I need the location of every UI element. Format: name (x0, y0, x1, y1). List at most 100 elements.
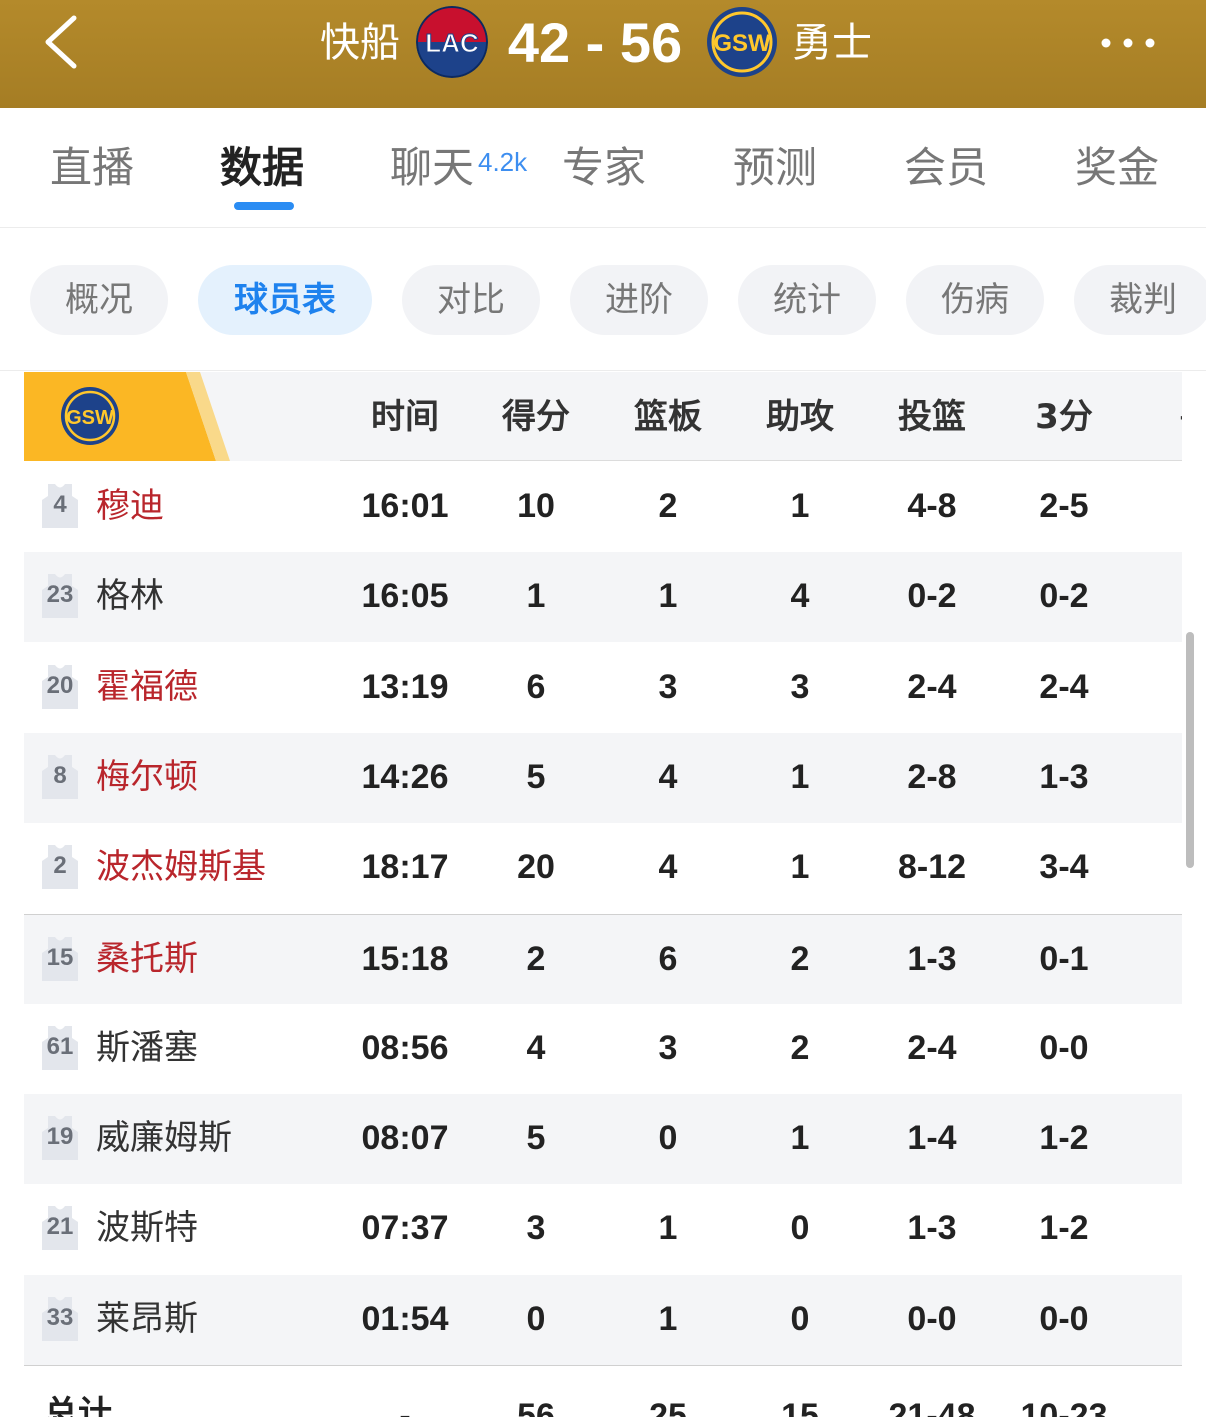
home-logo-text: LAC (425, 28, 479, 58)
stat-minutes: 14:26 (361, 757, 449, 796)
subtab-injuries[interactable]: 伤病 (906, 265, 1044, 335)
table-row[interactable]: 61 斯潘塞 08:56 4 3 2 2-4 0-0 0 (24, 1004, 1182, 1094)
stat-3pt: 1-2 (1039, 1119, 1089, 1158)
table-row[interactable]: 33 莱昂斯 01:54 0 1 0 0-0 0-0 0 (24, 1274, 1182, 1365)
tab-prediction-label: 预测 (733, 143, 818, 192)
stat-fg: 2-8 (907, 757, 957, 796)
tab-membership[interactable]: 会员 (904, 142, 988, 194)
table-row[interactable]: 23 格林 16:05 1 1 4 0-2 0-2 1 (24, 552, 1182, 643)
subtab-referees[interactable]: 裁判 (1074, 265, 1206, 335)
boxscore-table: GSW 时间 得分 篮板 助攻 投篮 3分 罚 4穆迪16:0110214-82… (24, 372, 1182, 1417)
player-name[interactable]: 威廉姆斯 (96, 1114, 232, 1162)
stat-assists: 1 (790, 848, 810, 887)
subtab-stats[interactable]: 统计 (738, 265, 876, 335)
back-arrow-icon[interactable] (40, 12, 84, 72)
home-team-name: 快船 (320, 20, 400, 66)
stat-fg: 4-8 (907, 487, 957, 525)
table-row[interactable]: 4 穆迪 16:01 10 2 1 4-8 2-5 0 (24, 462, 1182, 552)
table-total-row[interactable]: 总计 - 56 25 15 21-48 10-23 4 (24, 1365, 1182, 1417)
jersey-number: 21 (46, 1213, 74, 1241)
stat-rebounds: 1 (658, 1209, 678, 1248)
tab-membership-label: 会员 (904, 143, 989, 192)
stat-points: 2 (526, 939, 546, 978)
tab-chat[interactable]: 聊天 4.2k (390, 142, 527, 194)
away-team-logo[interactable]: GSW (706, 6, 778, 78)
stat-3pt: 0-1 (1039, 939, 1089, 978)
jersey-number: 15 (46, 943, 74, 971)
subtab-overview[interactable]: 概况 (30, 265, 168, 335)
table-row[interactable]: 19 威廉姆斯 08:07 5 0 1 1-4 1-2 2 (24, 1094, 1182, 1185)
player-name[interactable]: 霍福德 (96, 663, 198, 711)
table-row[interactable]: 20 霍福德 13:19 6 3 3 2-4 2-4 0 (24, 643, 1182, 733)
stat-assists: 0 (790, 1209, 810, 1248)
stat-assists: 15 (781, 1397, 819, 1417)
tab-prediction[interactable]: 预测 (733, 142, 817, 194)
jersey-number: 20 (46, 671, 74, 699)
player-name[interactable]: 斯潘塞 (96, 1024, 198, 1072)
stat-ft: 0 (1131, 1295, 1182, 1343)
stat-points: 5 (526, 757, 546, 796)
player-name[interactable]: 穆迪 (96, 482, 164, 530)
stat-points: 0 (526, 1299, 546, 1338)
stat-rebounds: 25 (649, 1397, 687, 1417)
away-logo-text: GSW (713, 30, 771, 57)
stat-rebounds: 1 (658, 1299, 678, 1338)
table-row[interactable]: 15 桑托斯 15:18 2 6 2 1-3 0-1 0 (24, 913, 1182, 1004)
stat-points: 20 (517, 848, 555, 887)
table-row[interactable]: 2 波杰姆斯基 18:17 20 4 1 8-12 3-4 1 (24, 823, 1182, 913)
scrollbar[interactable] (1186, 632, 1194, 868)
home-team-logo[interactable]: LAC (416, 6, 488, 78)
chat-count-badge: 4.2k (478, 147, 528, 177)
team-tab-badge[interactable]: GSW (24, 372, 340, 461)
stat-assists: 2 (790, 1028, 810, 1067)
subtab-boxscore[interactable]: 球员表 (198, 265, 372, 335)
player-name[interactable]: 波杰姆斯基 (96, 843, 266, 891)
stat-points: 4 (526, 1028, 546, 1067)
tab-data-label: 数据 (220, 143, 305, 192)
tab-experts[interactable]: 专家 (562, 142, 646, 194)
tab-data[interactable]: 数据 (220, 142, 304, 194)
stat-3pt: 3-4 (1039, 848, 1089, 887)
player-name[interactable]: 梅尔顿 (96, 753, 198, 801)
active-tab-indicator (234, 202, 294, 210)
stat-assists: 4 (790, 577, 810, 616)
stat-ft: 0 (1131, 935, 1182, 983)
stat-ft: 0 (1131, 663, 1182, 711)
jersey-number: 33 (46, 1303, 74, 1331)
stat-rebounds: 4 (658, 757, 678, 796)
stat-minutes: 07:37 (361, 1209, 449, 1248)
col-header-rebounds[interactable]: 篮板 (603, 394, 733, 440)
stat-rebounds: 1 (658, 577, 678, 616)
stat-ft: 0 (1131, 482, 1182, 530)
stat-minutes: 08:56 (361, 1028, 449, 1067)
col-header-points[interactable]: 得分 (471, 394, 601, 440)
col-header-minutes[interactable]: 时间 (340, 394, 470, 440)
player-name[interactable]: 格林 (96, 572, 164, 620)
col-header-fg[interactable]: 投篮 (867, 394, 997, 440)
col-header-ft[interactable]: 罚 (1131, 394, 1182, 440)
stat-points: 5 (526, 1119, 546, 1158)
jersey-number: 61 (46, 1032, 74, 1060)
stat-points: 3 (526, 1209, 546, 1248)
stat-fg: 0-0 (907, 1299, 957, 1338)
tab-bonus[interactable]: 奖金 (1075, 142, 1159, 194)
player-name[interactable]: 桑托斯 (96, 935, 198, 983)
stat-points: 6 (526, 667, 546, 706)
table-row[interactable]: 8 梅尔顿 14:26 5 4 1 2-8 1-3 0 (24, 732, 1182, 823)
subtab-compare[interactable]: 对比 (402, 265, 540, 335)
subtab-advanced[interactable]: 进阶 (570, 265, 708, 335)
col-header-3pt[interactable]: 3分 (999, 394, 1129, 440)
jersey-number: 4 (53, 491, 67, 518)
stat-minutes: 01:54 (361, 1299, 449, 1338)
player-name[interactable]: 波斯特 (96, 1204, 198, 1252)
stat-minutes: - (399, 1397, 411, 1417)
table-row[interactable]: 21 波斯特 07:37 3 1 0 1-3 1-2 0 (24, 1184, 1182, 1274)
more-options-icon[interactable] (1098, 28, 1158, 58)
stat-ft: 2 (1131, 1114, 1182, 1162)
tab-live[interactable]: 直播 (50, 142, 134, 194)
jersey-number: 2 (53, 852, 67, 880)
col-header-assists[interactable]: 助攻 (735, 394, 865, 440)
stat-fg: 1-3 (907, 939, 957, 978)
stat-assists: 1 (790, 757, 810, 796)
player-name[interactable]: 莱昂斯 (96, 1295, 198, 1343)
